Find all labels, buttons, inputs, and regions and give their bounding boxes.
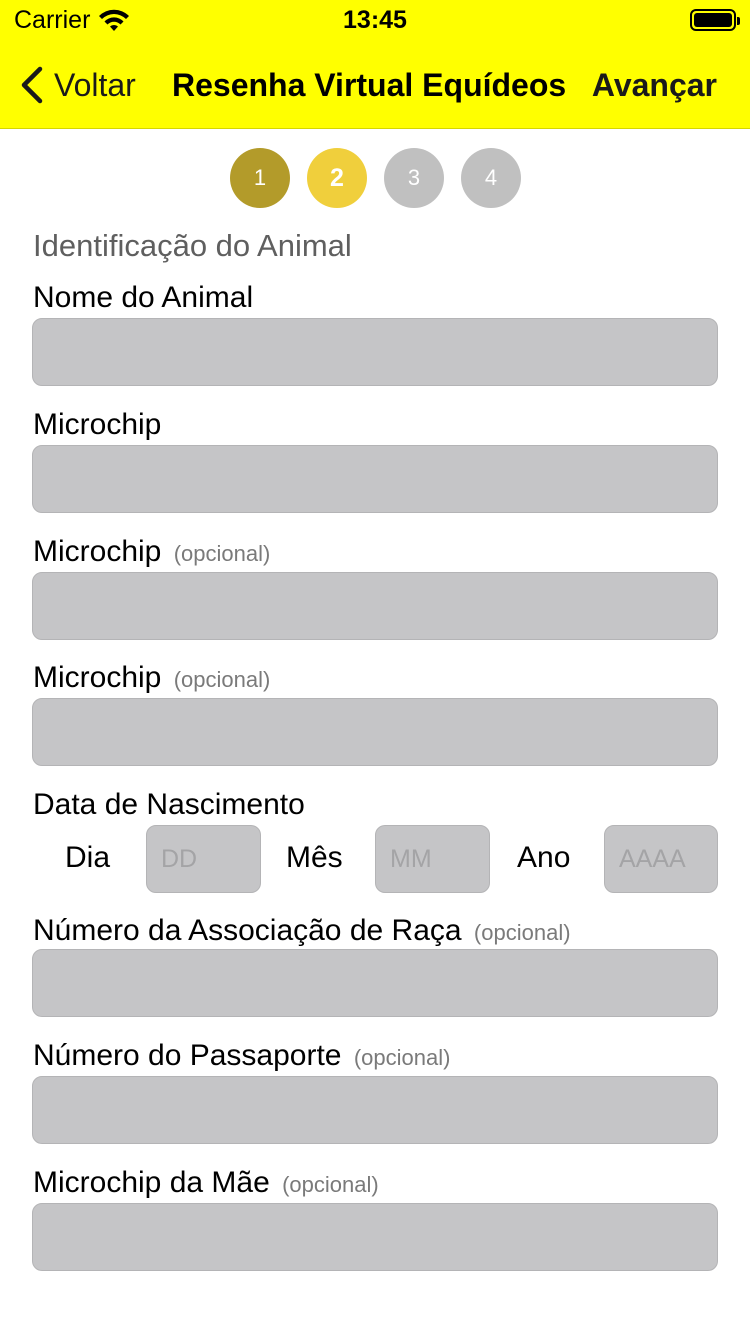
breed-association-label-text: Número da Associação de Raça	[33, 914, 462, 947]
microchip-3-input[interactable]	[32, 698, 718, 766]
month-label: Mês	[286, 841, 343, 874]
back-label: Voltar	[54, 66, 136, 103]
optional-tag: (opcional)	[173, 667, 271, 692]
breed-association-input[interactable]	[32, 949, 718, 1017]
page-title: Resenha Virtual Equídeos	[172, 67, 567, 103]
microchip-2-label-text: Microchip	[33, 535, 162, 568]
passport-label-text: Número do Passaporte	[33, 1039, 342, 1072]
optional-tag: (opcional)	[282, 1172, 379, 1197]
month-input[interactable]	[375, 825, 490, 893]
animal-name-input[interactable]	[32, 318, 718, 386]
optional-tag: (opcional)	[353, 1045, 451, 1070]
screen: Carrier 13:45 Voltar Resenha Virtual Equ…	[0, 0, 750, 1334]
section-title: Identificação do Animal	[33, 228, 352, 263]
passport-input[interactable]	[32, 1076, 718, 1144]
day-label: Dia	[65, 841, 111, 874]
battery-icon	[690, 9, 740, 31]
header: Carrier 13:45 Voltar Resenha Virtual Equ…	[0, 0, 750, 129]
step-3: 3	[384, 148, 444, 208]
back-button[interactable]: Voltar	[18, 64, 136, 106]
mother-microchip-input[interactable]	[32, 1203, 718, 1271]
microchip-3-label-text: Microchip	[33, 661, 162, 694]
birth-date-label: Data de Nascimento	[33, 788, 305, 821]
microchip-label: Microchip	[33, 408, 162, 441]
microchip-3-label: Microchip (opcional)	[33, 661, 270, 695]
optional-tag: (opcional)	[473, 920, 571, 945]
microchip-2-label: Microchip (opcional)	[33, 535, 270, 569]
step-4: 4	[461, 148, 521, 208]
microchip-2-input[interactable]	[32, 572, 718, 640]
step-1: 1	[230, 148, 290, 208]
breed-association-label: Número da Associação de Raça (opcional)	[33, 914, 571, 948]
passport-label: Número do Passaporte (opcional)	[33, 1039, 450, 1073]
chevron-left-icon	[21, 66, 43, 104]
next-button[interactable]: Avançar	[592, 64, 717, 106]
day-input[interactable]	[146, 825, 261, 893]
birth-date-row: Dia Mês Ano	[0, 825, 750, 893]
year-input[interactable]	[604, 825, 718, 893]
mother-microchip-label-text: Microchip da Mãe	[33, 1166, 270, 1199]
optional-tag: (opcional)	[173, 541, 271, 566]
animal-name-label: Nome do Animal	[33, 281, 254, 314]
step-indicator: 1 2 3 4	[230, 148, 521, 208]
step-2: 2	[307, 148, 367, 208]
mother-microchip-label: Microchip da Mãe (opcional)	[33, 1166, 379, 1200]
status-time: 13:45	[343, 6, 407, 34]
microchip-input[interactable]	[32, 445, 718, 513]
year-label: Ano	[517, 841, 571, 874]
navigation-bar: Voltar Resenha Virtual Equídeos Avançar	[0, 60, 750, 110]
